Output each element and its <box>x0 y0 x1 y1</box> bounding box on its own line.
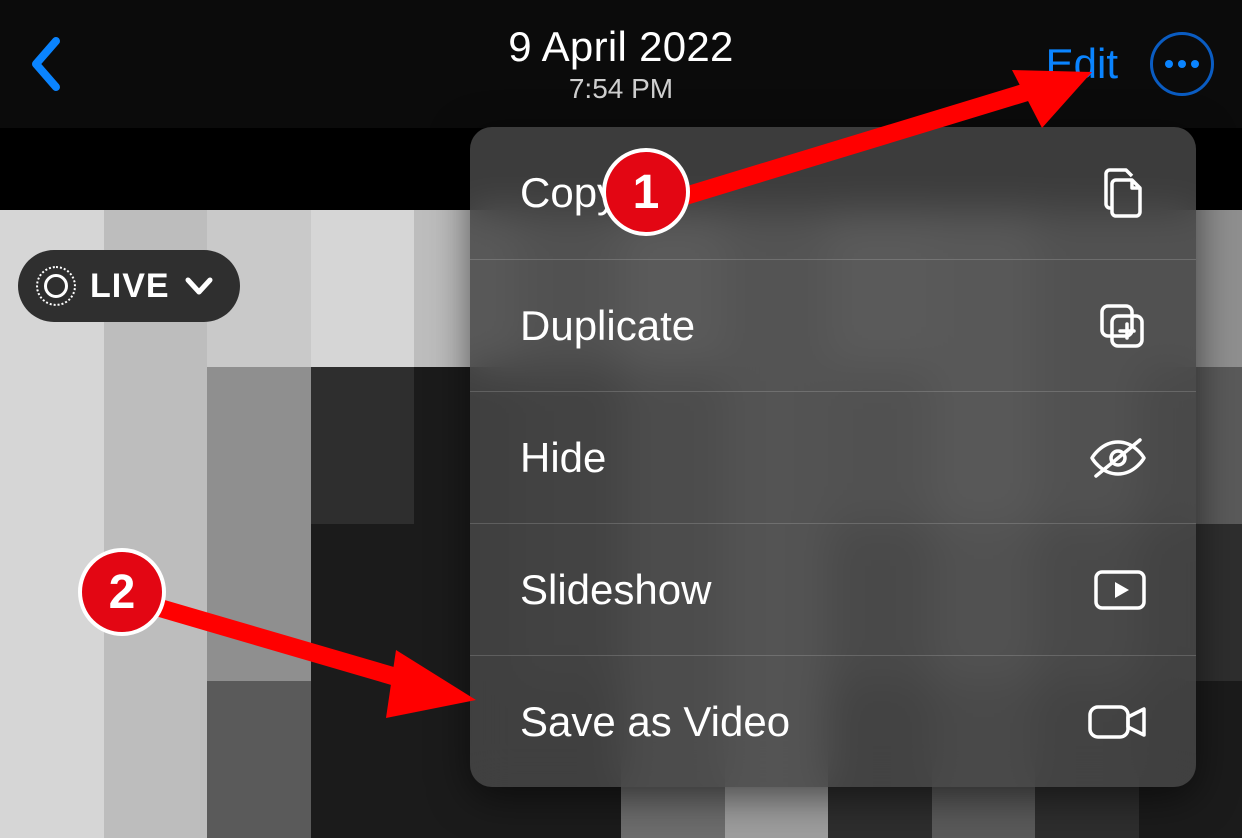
annotation-step-2: 2 <box>78 548 166 636</box>
menu-item-label: Hide <box>520 434 606 482</box>
context-menu: Copy Duplicate Hide <box>470 127 1196 787</box>
menu-item-save-as-video[interactable]: Save as Video <box>470 655 1196 787</box>
menu-item-duplicate[interactable]: Duplicate <box>470 259 1196 391</box>
hide-icon <box>1088 436 1148 480</box>
ellipsis-icon <box>1164 59 1200 69</box>
nav-title-block: 9 April 2022 7:54 PM <box>508 23 733 105</box>
nav-bar: 9 April 2022 7:54 PM Edit <box>0 0 1242 128</box>
chevron-left-icon <box>28 35 62 93</box>
menu-item-copy[interactable]: Copy <box>470 127 1196 259</box>
annotation-step-1: 1 <box>602 148 690 236</box>
menu-item-label: Save as Video <box>520 698 790 746</box>
menu-item-label: Duplicate <box>520 302 695 350</box>
menu-item-slideshow[interactable]: Slideshow <box>470 523 1196 655</box>
duplicate-icon <box>1096 300 1148 352</box>
live-label: LIVE <box>90 267 170 306</box>
copy-icon <box>1100 166 1148 220</box>
photo-date: 9 April 2022 <box>508 23 733 71</box>
photo-time: 7:54 PM <box>508 73 733 105</box>
chevron-down-icon <box>184 276 214 296</box>
menu-item-label: Slideshow <box>520 566 711 614</box>
video-icon <box>1086 701 1148 743</box>
back-button[interactable] <box>28 35 62 93</box>
edit-button[interactable]: Edit <box>1046 40 1118 88</box>
live-icon <box>36 266 76 306</box>
slideshow-icon <box>1092 568 1148 612</box>
live-photo-badge[interactable]: LIVE <box>18 250 240 322</box>
more-button[interactable] <box>1150 32 1214 96</box>
menu-item-hide[interactable]: Hide <box>470 391 1196 523</box>
